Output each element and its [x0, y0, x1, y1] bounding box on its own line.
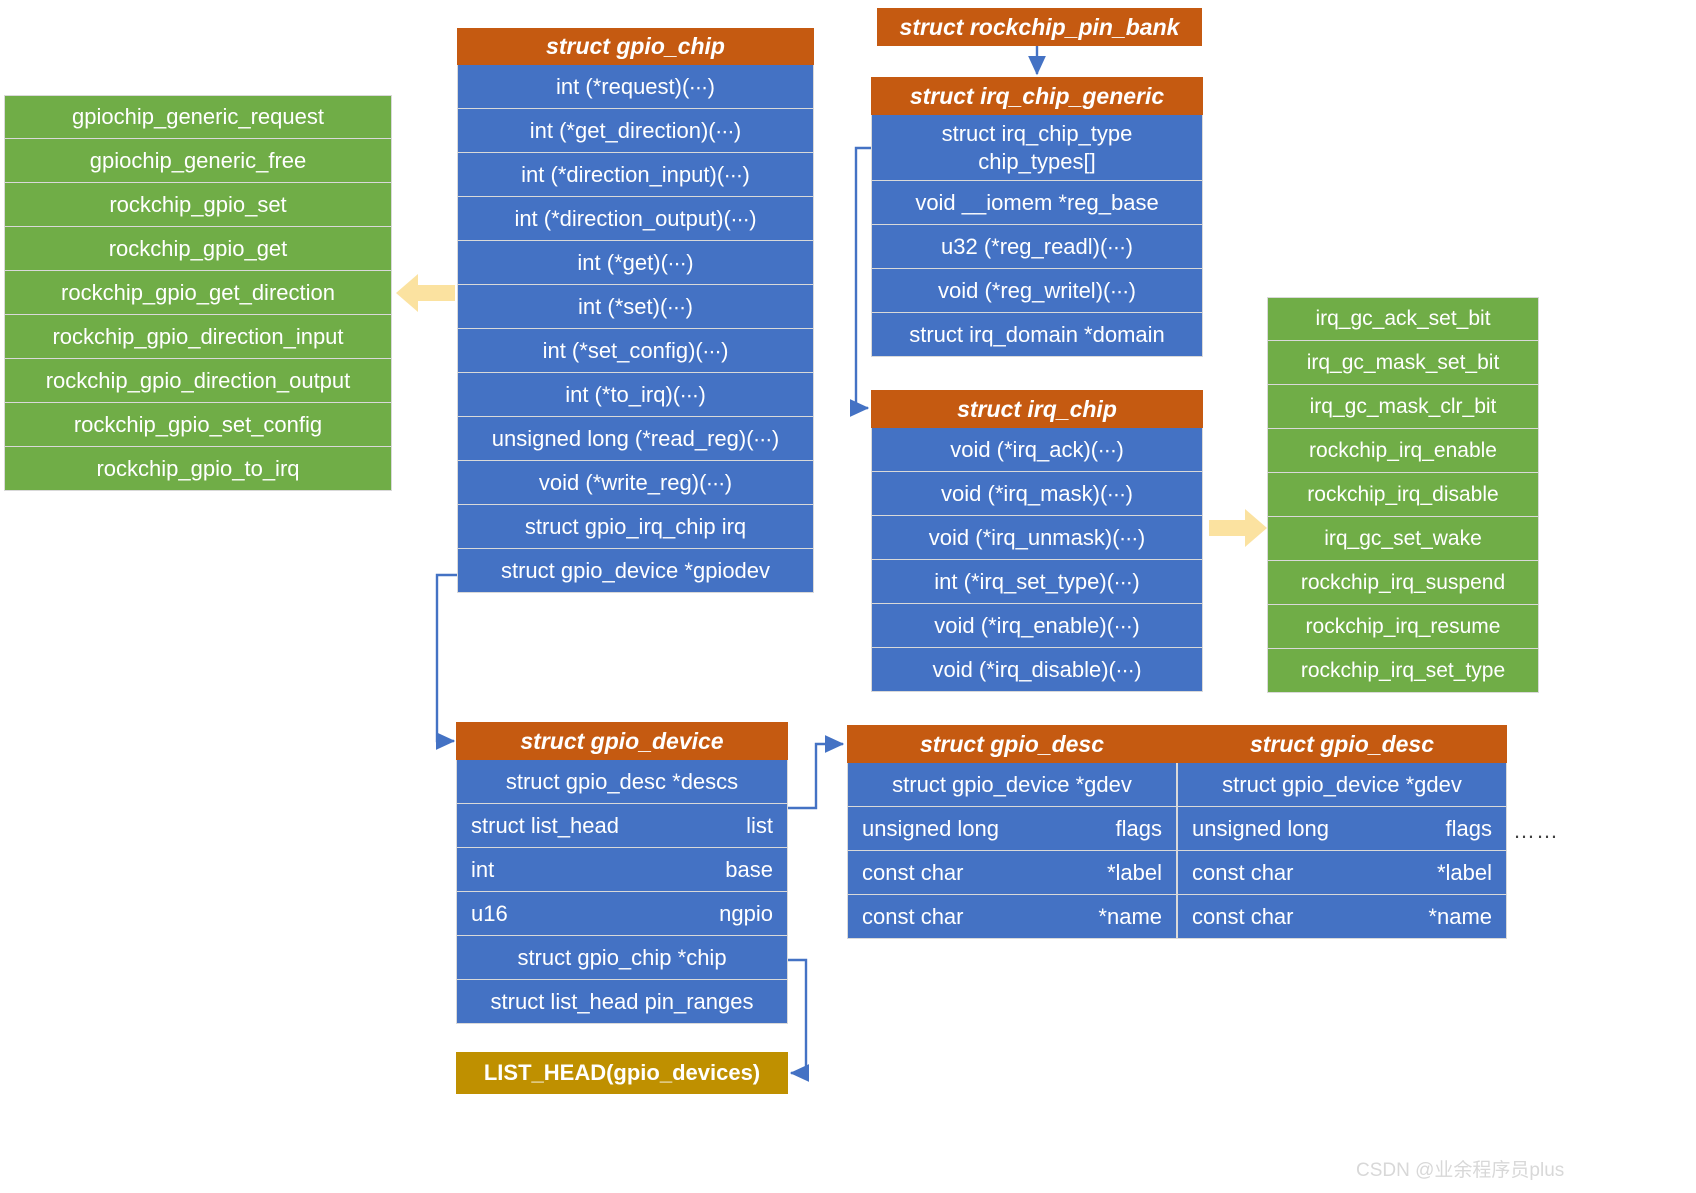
list-item[interactable]: rockchip_irq_disable	[1267, 473, 1539, 517]
list-item[interactable]: irq_gc_mask_set_bit	[1267, 341, 1539, 385]
list-item[interactable]: rockchip_gpio_set	[4, 183, 392, 227]
field-row[interactable]: u32 (*reg_readl)(∙∙∙)	[871, 225, 1203, 269]
field-row[interactable]: void (*irq_enable)(∙∙∙)	[871, 604, 1203, 648]
field-type: const char	[862, 903, 964, 929]
field-name: *label	[1436, 859, 1492, 885]
field-row[interactable]: struct gpio_chip *chip	[456, 936, 788, 980]
diagram-canvas: gpiochip_generic_request gpiochip_generi…	[0, 0, 1696, 1193]
irq-chip-generic-title: struct irq_chip_generic	[871, 77, 1203, 115]
list-item[interactable]: rockchip_irq_suspend	[1267, 561, 1539, 605]
field-row[interactable]: const char *name	[1177, 895, 1507, 939]
field-row[interactable]: struct gpio_device *gdev	[1177, 763, 1507, 807]
list-item[interactable]: gpiochip_generic_request	[4, 95, 392, 139]
list-item[interactable]: gpiochip_generic_free	[4, 139, 392, 183]
field-row[interactable]: int (*set_config)(∙∙∙)	[457, 329, 814, 373]
field-row[interactable]: int (*direction_output)(∙∙∙)	[457, 197, 814, 241]
field-name: *name	[1428, 903, 1492, 929]
field-type: const char	[1192, 903, 1294, 929]
list-item[interactable]: rockchip_gpio_direction_output	[4, 359, 392, 403]
struct-gpio-device: struct gpio_device struct gpio_desc *des…	[456, 722, 788, 1024]
list-item[interactable]: rockchip_irq_resume	[1267, 605, 1539, 649]
gpio-ops-list: gpiochip_generic_request gpiochip_generi…	[4, 95, 392, 491]
field-name: ngpio	[719, 900, 773, 926]
field-row[interactable]: struct gpio_device *gdev	[847, 763, 1177, 807]
field-row[interactable]: int (*request)(∙∙∙)	[457, 65, 814, 109]
struct-gpio-chip: struct gpio_chip int (*request)(∙∙∙) int…	[457, 28, 814, 593]
field-row[interactable]: const char *name	[847, 895, 1177, 939]
field-row[interactable]: const char *label	[847, 851, 1177, 895]
field-row[interactable]: unsigned long (*read_reg)(∙∙∙)	[457, 417, 814, 461]
gpio-desc-title: struct gpio_desc	[847, 725, 1177, 763]
field-row[interactable]: int (*get)(∙∙∙)	[457, 241, 814, 285]
field-name: list	[746, 812, 773, 838]
list-item[interactable]: rockchip_irq_set_type	[1267, 649, 1539, 693]
list-item[interactable]: rockchip_gpio_set_config	[4, 403, 392, 447]
field-row[interactable]: unsigned long flags	[1177, 807, 1507, 851]
field-row[interactable]: u16 ngpio	[456, 892, 788, 936]
field-row[interactable]: void __iomem *reg_base	[871, 181, 1203, 225]
field-row[interactable]: int (*get_direction)(∙∙∙)	[457, 109, 814, 153]
field-row[interactable]: struct gpio_irq_chip irq	[457, 505, 814, 549]
list-item[interactable]: rockchip_irq_enable	[1267, 429, 1539, 473]
list-item[interactable]: irq_gc_mask_clr_bit	[1267, 385, 1539, 429]
irq-chip-title: struct irq_chip	[871, 390, 1203, 428]
field-type: const char	[1192, 859, 1294, 885]
field-name: base	[725, 856, 773, 882]
field-row[interactable]: struct gpio_desc *descs	[456, 760, 788, 804]
list-head-gpio-devices[interactable]: LIST_HEAD(gpio_devices)	[456, 1052, 788, 1094]
gpio-chip-title: struct gpio_chip	[457, 28, 814, 65]
field-row[interactable]: int (*direction_input)(∙∙∙)	[457, 153, 814, 197]
field-name: *label	[1106, 859, 1162, 885]
field-row[interactable]: const char *label	[1177, 851, 1507, 895]
field-row[interactable]: struct irq_chip_type chip_types[]	[871, 115, 1203, 181]
field-row[interactable]: struct list_head list	[456, 804, 788, 848]
struct-irq-chip-generic: struct irq_chip_generic struct irq_chip_…	[871, 77, 1203, 357]
block-arrow-left	[396, 274, 455, 312]
field-row[interactable]: void (*reg_writel)(∙∙∙)	[871, 269, 1203, 313]
struct-gpio-desc-1: struct gpio_desc struct gpio_device *gde…	[847, 725, 1177, 939]
field-type: unsigned long	[862, 815, 1000, 841]
csdn-watermark: CSDN @业余程序员plus	[1356, 1160, 1565, 1181]
field-row[interactable]: int (*set)(∙∙∙)	[457, 285, 814, 329]
field-type: int	[471, 856, 495, 882]
field-type: unsigned long	[1192, 815, 1330, 841]
field-type: const char	[862, 859, 964, 885]
field-row[interactable]: int (*irq_set_type)(∙∙∙)	[871, 560, 1203, 604]
field-row[interactable]: void (*irq_mask)(∙∙∙)	[871, 472, 1203, 516]
field-name: *name	[1098, 903, 1162, 929]
struct-gpio-desc-2: struct gpio_desc struct gpio_device *gde…	[1177, 725, 1507, 939]
field-name: flags	[1115, 815, 1162, 841]
field-row[interactable]: int (*to_irq)(∙∙∙)	[457, 373, 814, 417]
list-item[interactable]: rockchip_gpio_direction_input	[4, 315, 392, 359]
field-type: u16	[471, 900, 508, 926]
list-item[interactable]: irq_gc_ack_set_bit	[1267, 297, 1539, 341]
irq-ops-list: irq_gc_ack_set_bit irq_gc_mask_set_bit i…	[1267, 297, 1539, 693]
gpio-device-title: struct gpio_device	[456, 722, 788, 760]
field-row[interactable]: void (*write_reg)(∙∙∙)	[457, 461, 814, 505]
field-row[interactable]: void (*irq_unmask)(∙∙∙)	[871, 516, 1203, 560]
field-row[interactable]: struct irq_domain *domain	[871, 313, 1203, 357]
gpio-desc-title: struct gpio_desc	[1177, 725, 1507, 763]
list-item[interactable]: irq_gc_set_wake	[1267, 517, 1539, 561]
field-name: flags	[1445, 815, 1492, 841]
struct-rockchip-pin-bank: struct rockchip_pin_bank	[877, 8, 1202, 46]
field-row[interactable]: struct list_head pin_ranges	[456, 980, 788, 1024]
field-row[interactable]: int base	[456, 848, 788, 892]
list-item[interactable]: rockchip_gpio_to_irq	[4, 447, 392, 491]
list-item[interactable]: rockchip_gpio_get_direction	[4, 271, 392, 315]
struct-irq-chip: struct irq_chip void (*irq_ack)(∙∙∙) voi…	[871, 390, 1203, 692]
field-type: struct list_head	[471, 812, 619, 838]
gpio-desc-ellipsis: ……	[1513, 818, 1559, 843]
rockchip-pin-bank-title: struct rockchip_pin_bank	[877, 8, 1202, 46]
field-row[interactable]: void (*irq_disable)(∙∙∙)	[871, 648, 1203, 692]
field-text: struct irq_chip_type chip_types[]	[941, 121, 1133, 174]
field-row[interactable]: unsigned long flags	[847, 807, 1177, 851]
list-item[interactable]: rockchip_gpio_get	[4, 227, 392, 271]
block-arrow-right	[1209, 509, 1267, 547]
field-row[interactable]: struct gpio_device *gpiodev	[457, 549, 814, 593]
field-row[interactable]: void (*irq_ack)(∙∙∙)	[871, 428, 1203, 472]
